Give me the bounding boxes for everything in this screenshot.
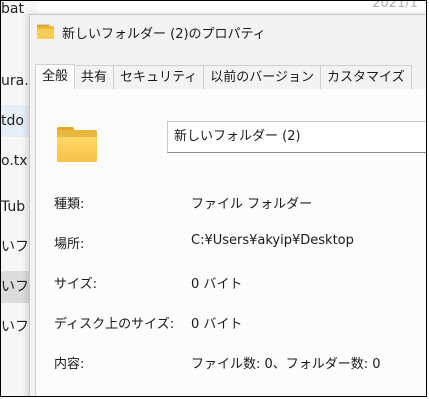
property-label: 内容: xyxy=(54,357,85,372)
tab-security[interactable]: セキュリティ xyxy=(114,65,205,89)
tab-customize[interactable]: カスタマイズ xyxy=(321,65,412,89)
tab-previous-versions[interactable]: 以前のバージョン xyxy=(204,65,322,89)
property-label: 場所: xyxy=(54,237,85,252)
properties-dialog: 新しいフォルダー (2)のプロパティ 全般 共有 セキュリティ 以前のバージョン… xyxy=(29,14,426,396)
property-value: ファイル数: 0、フォルダー数: 0 xyxy=(191,357,381,372)
tab-general[interactable]: 全般 xyxy=(35,64,76,89)
property-value: 0 バイト xyxy=(191,317,243,332)
screenshot-frame: bat ura. tdo o.tx Tub いフ いフ いフ 2021/1 新し… xyxy=(0,0,427,397)
property-label: 種類: xyxy=(54,197,85,212)
window-title: 新しいフォルダー (2)のプロパティ xyxy=(62,26,266,42)
title-bar[interactable]: 新しいフォルダー (2)のプロパティ xyxy=(30,15,426,49)
folder-name-input[interactable]: 新しいフォルダー (2) xyxy=(167,121,426,153)
tab-sharing[interactable]: 共有 xyxy=(75,65,115,89)
property-value: 0 バイト xyxy=(191,277,243,292)
tab-bar: 全般 共有 セキュリティ 以前のバージョン カスタマイズ xyxy=(35,64,426,90)
property-label: ディスク上のサイズ: xyxy=(54,317,175,332)
property-value: ファイル フォルダー xyxy=(191,197,313,212)
background-date: 2021/1 xyxy=(372,0,418,11)
folder-icon xyxy=(37,23,54,39)
large-folder-icon xyxy=(57,127,97,162)
general-panel: 新しいフォルダー (2) 種類: ファイル フォルダー 場所: C:¥Users… xyxy=(35,89,426,396)
property-label: サイズ: xyxy=(54,277,97,292)
property-value: C:¥Users¥akyip¥Desktop xyxy=(191,233,354,248)
